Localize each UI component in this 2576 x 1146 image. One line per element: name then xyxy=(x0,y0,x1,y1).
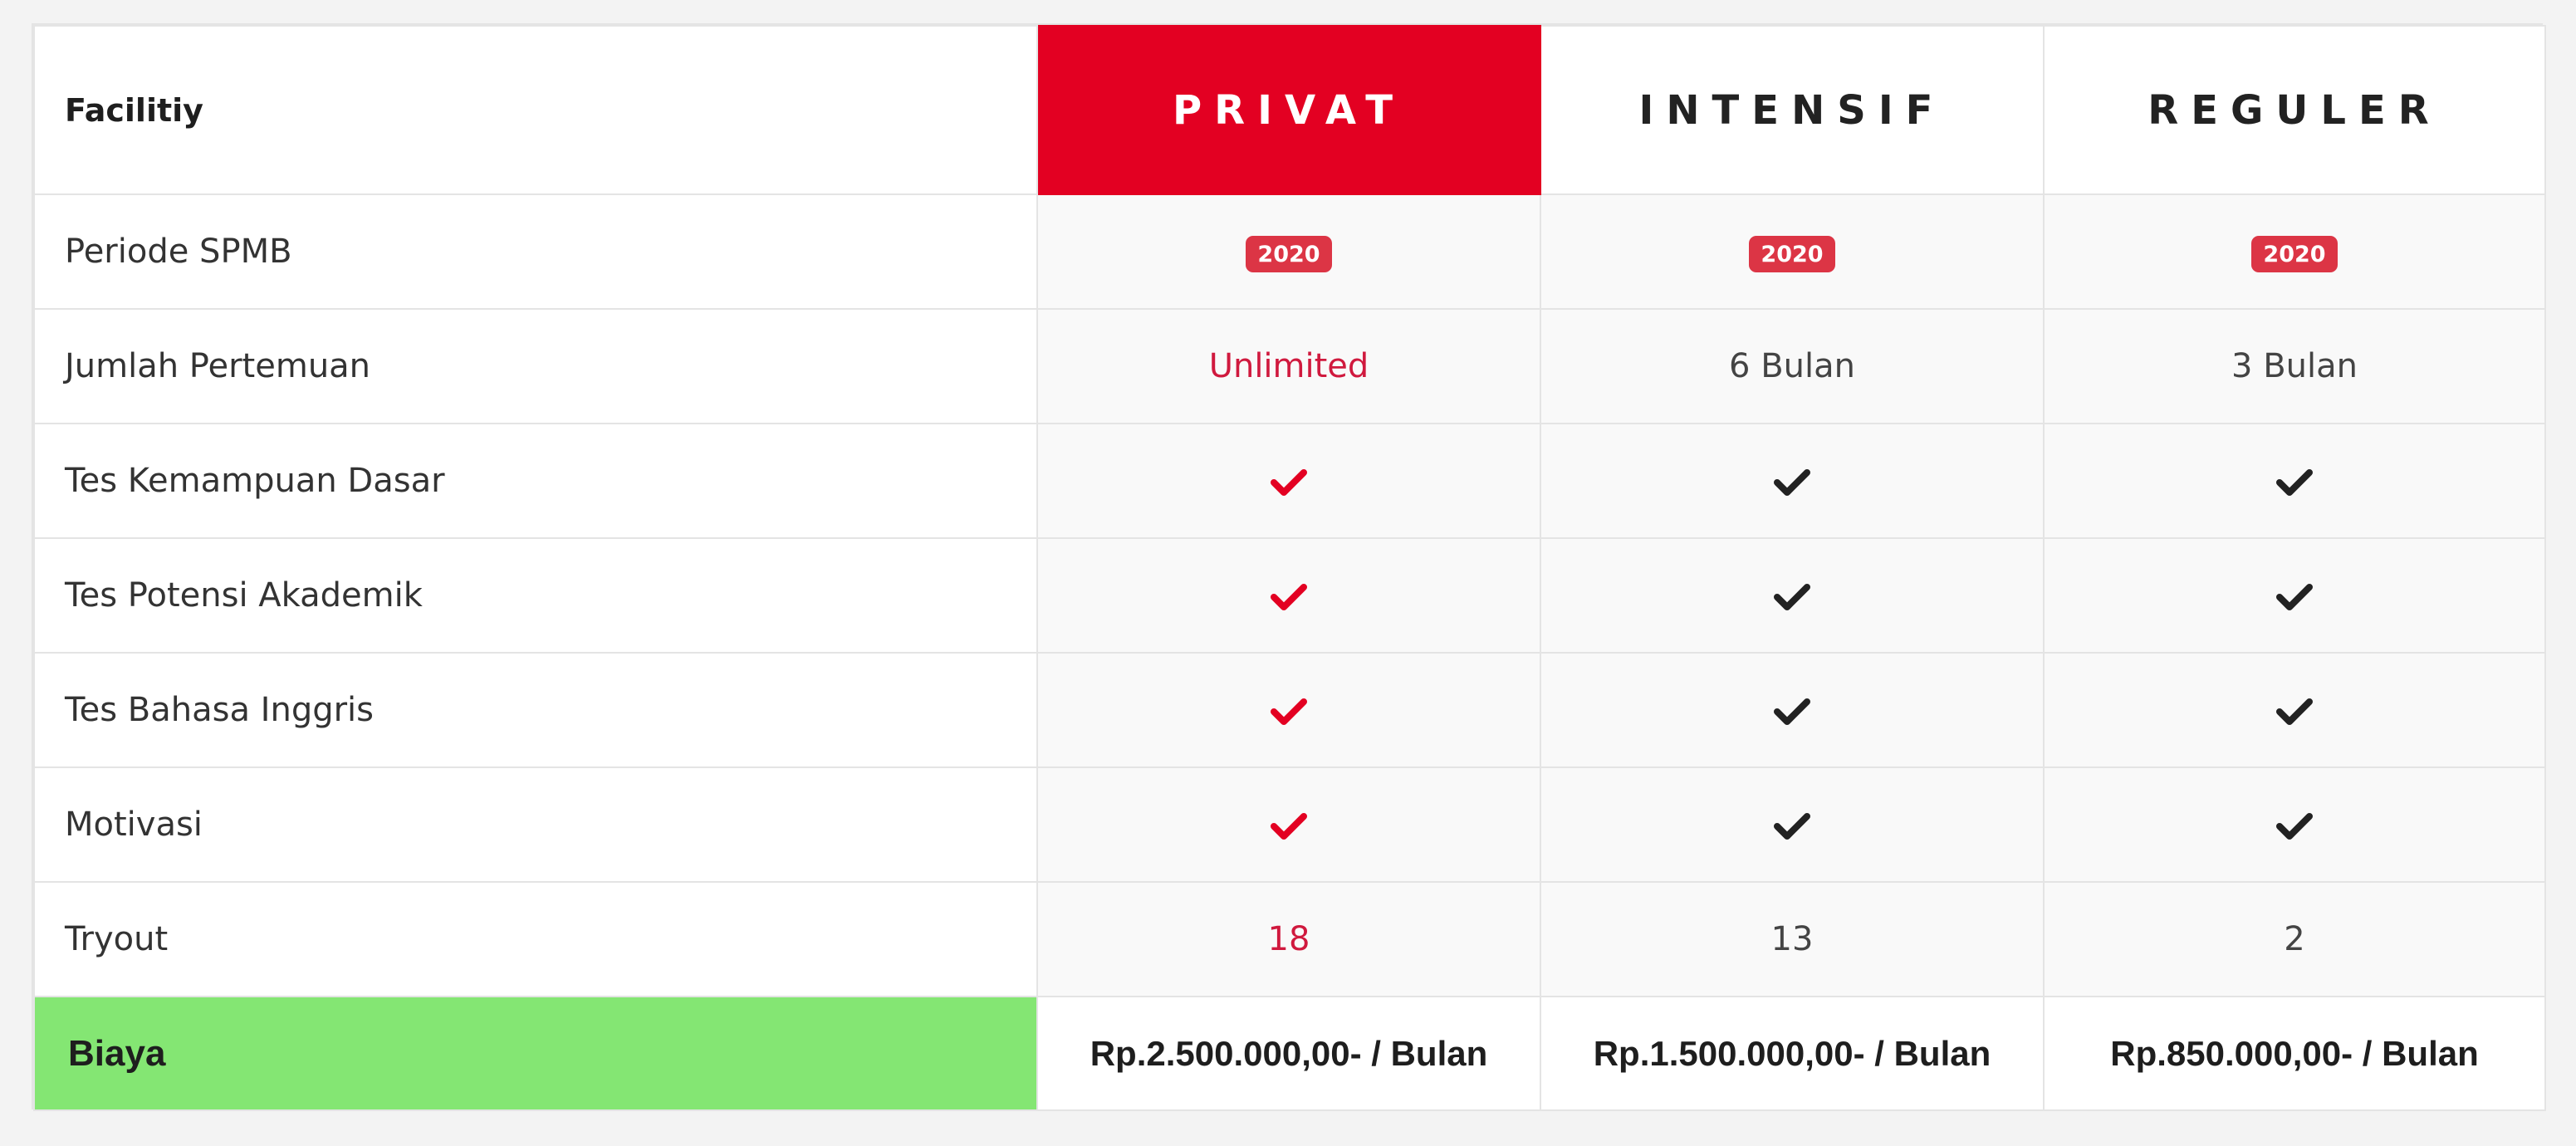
table-row-tes-kemampuan-dasar: Tes Kemampuan Dasar xyxy=(33,423,2546,539)
check-icon xyxy=(2275,580,2314,614)
check-icon xyxy=(2275,810,2314,843)
check-icon xyxy=(2275,695,2314,728)
price-intensif: Rp.1.500.000,00- / Bulan xyxy=(1540,996,2045,1111)
cell-reguler: 2020 xyxy=(2043,193,2546,310)
table-row-periode-spmb: Periode SPMB 2020 2020 2020 xyxy=(33,193,2546,310)
footer-label: Biaya xyxy=(33,996,1038,1111)
table-row-motivasi: Motivasi xyxy=(33,766,2546,883)
cell-reguler: 3 Bulan xyxy=(2043,308,2546,424)
row-label: Tes Potensi Akademik xyxy=(33,537,1038,654)
row-label: Tes Kemampuan Dasar xyxy=(33,423,1038,539)
year-badge: 2020 xyxy=(2251,235,2338,272)
cell-intensif xyxy=(1540,652,2045,768)
year-badge: 2020 xyxy=(1749,235,1835,272)
cell-intensif: 2020 xyxy=(1540,193,2045,310)
table-header-row: Facilitiy PRIVAT INTENSIF REGULER xyxy=(33,25,2546,195)
cell-privat xyxy=(1036,766,1541,883)
pricing-table-container: Facilitiy PRIVAT INTENSIF REGULER Period… xyxy=(32,23,2546,1111)
cell-intensif xyxy=(1540,423,2045,539)
table-row-tes-bahasa-inggris: Tes Bahasa Inggris xyxy=(33,652,2546,768)
cell-reguler xyxy=(2043,652,2546,768)
cell-reguler xyxy=(2043,766,2546,883)
year-badge: 2020 xyxy=(1246,235,1332,272)
check-icon xyxy=(1270,580,1308,614)
row-label: Tes Bahasa Inggris xyxy=(33,652,1038,768)
check-icon xyxy=(1773,810,1811,843)
check-icon xyxy=(1270,810,1308,843)
cell-intensif xyxy=(1540,537,2045,654)
check-icon xyxy=(1773,695,1811,728)
price-privat: Rp.2.500.000,00- / Bulan xyxy=(1036,996,1541,1111)
cell-privat: 18 xyxy=(1036,881,1541,997)
row-label: Tryout xyxy=(33,881,1038,997)
cell-privat: Unlimited xyxy=(1036,308,1541,424)
price-reguler: Rp.850.000,00- / Bulan xyxy=(2043,996,2546,1111)
cell-intensif: 6 Bulan xyxy=(1540,308,2045,424)
table-row-tes-potensi-akademik: Tes Potensi Akademik xyxy=(33,537,2546,654)
row-label: Jumlah Pertemuan xyxy=(33,308,1038,424)
row-label: Motivasi xyxy=(33,766,1038,883)
check-icon xyxy=(1270,695,1308,728)
cell-reguler: 2 xyxy=(2043,881,2546,997)
table-row-tryout: Tryout 18 13 2 xyxy=(33,881,2546,997)
check-icon xyxy=(1270,466,1308,499)
table-row-jumlah-pertemuan: Jumlah Pertemuan Unlimited 6 Bulan 3 Bul… xyxy=(33,308,2546,424)
plan-header-reguler: REGULER xyxy=(2043,25,2546,195)
row-label: Periode SPMB xyxy=(33,193,1038,310)
cell-intensif xyxy=(1540,766,2045,883)
cell-privat: 2020 xyxy=(1036,193,1541,310)
cell-reguler xyxy=(2043,423,2546,539)
cell-privat xyxy=(1036,652,1541,768)
pricing-comparison-table: Facilitiy PRIVAT INTENSIF REGULER Period… xyxy=(33,25,2546,1111)
table-footer-row-biaya: Biaya Rp.2.500.000,00- / Bulan Rp.1.500.… xyxy=(33,996,2546,1111)
cell-privat xyxy=(1036,537,1541,654)
facility-header: Facilitiy xyxy=(33,25,1038,195)
check-icon xyxy=(1773,580,1811,614)
cell-reguler xyxy=(2043,537,2546,654)
cell-privat xyxy=(1036,423,1541,539)
plan-header-privat: PRIVAT xyxy=(1036,25,1541,195)
plan-header-intensif: INTENSIF xyxy=(1540,25,2045,195)
check-icon xyxy=(1773,466,1811,499)
cell-intensif: 13 xyxy=(1540,881,2045,997)
check-icon xyxy=(2275,466,2314,499)
